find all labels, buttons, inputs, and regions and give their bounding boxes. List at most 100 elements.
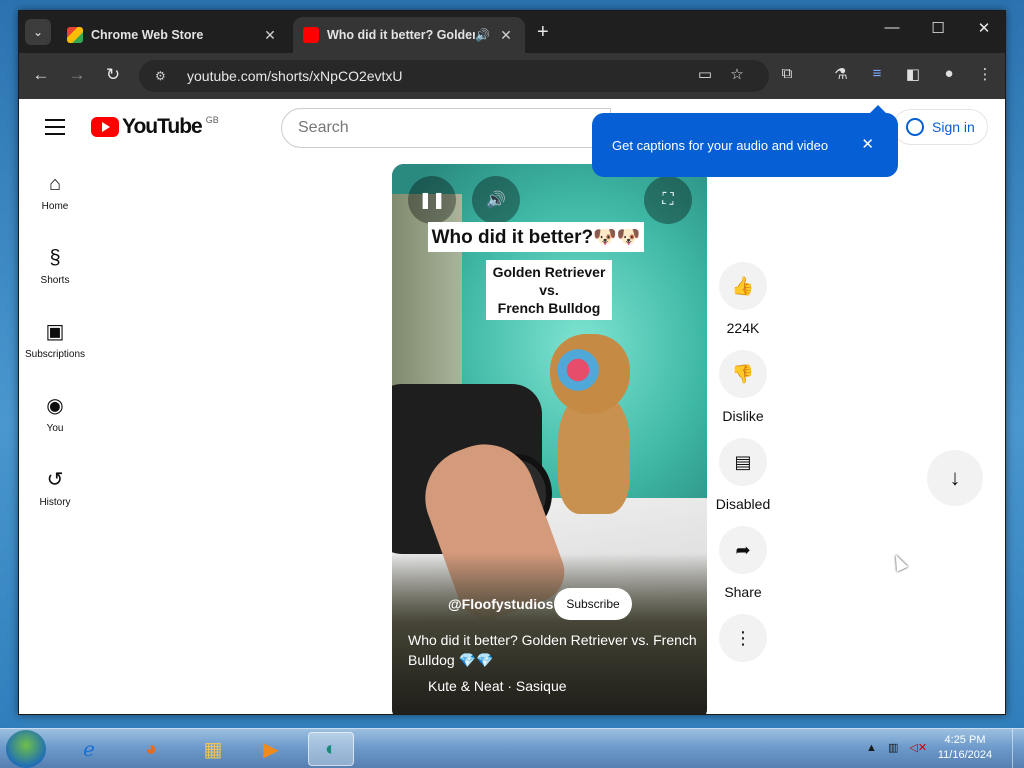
fullscreen-icon[interactable]: ⛶	[644, 176, 692, 224]
tab-youtube-short[interactable]: Who did it better? Golden 🔊 ✕	[293, 17, 525, 53]
close-window-button[interactable]: ✕	[969, 19, 999, 37]
you-icon: ◉	[46, 395, 64, 417]
like-count: 224K	[726, 320, 760, 336]
overlay-title: Who did it better?🐶🐶	[428, 222, 644, 252]
thumbs-up-icon: 👍	[719, 262, 767, 310]
account-icon	[906, 118, 924, 136]
media-controls-icon[interactable]: ≡	[865, 65, 889, 82]
dislike-button[interactable]: 👎 Dislike	[719, 350, 767, 424]
pause-icon[interactable]: ❚❚	[408, 176, 456, 224]
youtube-page: YouTube GB Search Sign in Get captions f…	[19, 99, 1005, 714]
clock[interactable]: 4:25 PM 11/16/2024	[930, 733, 1000, 763]
start-button[interactable]	[6, 730, 46, 768]
menu-icon[interactable]: ⋮	[973, 65, 997, 83]
browser-window: ⌄ Chrome Web Store ✕ Who did it better? …	[18, 10, 1006, 715]
sign-in-label: Sign in	[932, 119, 975, 135]
subscribe-button[interactable]: Subscribe	[554, 588, 632, 620]
sidebar-item-label: Home	[41, 201, 69, 212]
more-vert-icon: ⋮	[719, 614, 767, 662]
overlay-line-1: Golden Retriever	[492, 264, 606, 280]
url-text: youtube.com/shorts/xNpCO2evtxU	[187, 68, 403, 84]
share-icon: ➦	[719, 526, 767, 574]
overlay-line-2: vs.	[539, 282, 559, 298]
sidebar-item-home[interactable]: ⌂ Home	[19, 171, 91, 212]
forward-button[interactable]: →	[65, 65, 89, 85]
mouse-cursor-icon	[890, 552, 908, 572]
sidebar-item-you[interactable]: ◉ You	[19, 393, 91, 434]
sidebar-item-label: Subscriptions	[24, 349, 86, 360]
home-icon: ⌂	[48, 173, 62, 195]
site-info-icon[interactable]: ⚙	[155, 69, 175, 83]
tray-arrow-icon[interactable]: ▲	[866, 742, 877, 754]
like-button[interactable]: 👍 224K	[719, 262, 767, 336]
sidebar-item-label: You	[46, 423, 64, 434]
search-input[interactable]: Search	[281, 108, 611, 148]
tab-title: Chrome Web Store	[91, 28, 204, 42]
volume-icon[interactable]: 🔊	[472, 176, 520, 224]
file-explorer-icon[interactable]: ▦	[190, 732, 236, 766]
youtube-logo[interactable]: YouTube GB	[91, 115, 219, 139]
audio-playing-icon[interactable]: 🔊	[475, 28, 493, 42]
short-title[interactable]: Who did it better? Golden Retriever vs. …	[408, 630, 698, 670]
reload-button[interactable]: ↻	[101, 65, 125, 85]
music-info[interactable]: Kute & Neat · Sasique	[428, 678, 567, 694]
sidebar-item-history[interactable]: ↺ History	[19, 467, 91, 508]
taskbar: ℯ ◕ ▦ ▶ ◐ ▲ ▥ ◁✕ 4:25 PM 11/16/2024	[0, 728, 1024, 768]
sidebar-item-subscriptions[interactable]: ▣ Subscriptions	[19, 319, 91, 360]
cast-icon[interactable]: ▭	[693, 65, 717, 83]
extensions-icon[interactable]: ⧉	[775, 65, 799, 82]
sign-in-button[interactable]: Sign in	[893, 109, 988, 145]
firefox-icon[interactable]: ◕	[128, 732, 174, 766]
region-code: GB	[205, 115, 219, 125]
tab-search-button[interactable]: ⌄	[25, 19, 51, 45]
internet-explorer-icon[interactable]: ℯ	[66, 732, 112, 766]
tooltip-close-icon[interactable]: ✕	[861, 135, 874, 153]
comments-button[interactable]: ▤ Disabled	[716, 438, 770, 512]
tab-strip: ⌄ Chrome Web Store ✕ Who did it better? …	[19, 11, 1005, 53]
comments-label: Disabled	[715, 496, 771, 512]
channel-name[interactable]: @Floofystudios	[448, 596, 553, 612]
history-icon: ↺	[46, 469, 64, 491]
tab-chrome-web-store[interactable]: Chrome Web Store ✕	[57, 17, 289, 53]
shorts-icon: §	[49, 247, 61, 269]
youtube-favicon-icon	[303, 27, 319, 43]
dog-figure	[540, 334, 650, 514]
youtube-play-icon	[91, 117, 119, 137]
logo-text: YouTube	[122, 115, 203, 138]
system-tray: ▲ ▥ ◁✕	[866, 741, 927, 754]
sidebar-item-label: History	[39, 497, 71, 508]
thumbs-down-icon: 👎	[719, 350, 767, 398]
next-short-button[interactable]: ↓	[927, 450, 983, 506]
media-player-icon[interactable]: ▶	[248, 732, 294, 766]
sidebar-item-shorts[interactable]: § Shorts	[19, 245, 91, 286]
tooltip-text: Get captions for your audio and video	[612, 137, 829, 153]
tab-title: Who did it better? Golden	[327, 28, 475, 42]
short-video-player[interactable]: ❚❚ 🔊 ⛶ Who did it better?🐶🐶 Golden Retri…	[392, 164, 707, 714]
chrome-web-store-icon	[67, 27, 83, 43]
profile-icon[interactable]: ●	[937, 65, 961, 82]
overlay-line-3: French Bulldog	[497, 300, 601, 316]
side-panel-icon[interactable]: ◧	[901, 65, 925, 83]
show-desktop-button[interactable]	[1012, 729, 1024, 768]
labs-icon[interactable]: ⚗	[829, 65, 853, 83]
share-button[interactable]: ➦ Share	[719, 526, 767, 600]
subscriptions-icon: ▣	[45, 321, 65, 343]
volume-muted-icon[interactable]: ◁✕	[909, 742, 927, 754]
hamburger-menu-icon[interactable]	[45, 119, 65, 140]
network-icon[interactable]: ▥	[888, 742, 898, 754]
bookmark-star-icon[interactable]: ☆	[725, 65, 749, 83]
more-options-button[interactable]: ⋮	[719, 614, 767, 662]
chrome-taskbar-icon[interactable]: ◐	[308, 732, 354, 766]
new-tab-button[interactable]: +	[537, 21, 549, 44]
comment-icon: ▤	[719, 438, 767, 486]
back-button[interactable]: ←	[29, 65, 53, 85]
sidebar-item-label: Shorts	[40, 275, 70, 286]
address-bar[interactable]: ⚙ youtube.com/shorts/xNpCO2evtxU	[139, 60, 769, 92]
clock-date: 11/16/2024	[937, 749, 993, 761]
tab-close-icon[interactable]: ✕	[261, 27, 279, 44]
dislike-label: Dislike	[722, 408, 764, 424]
overlay-subtitle: Golden Retriever vs. French Bulldog	[486, 260, 612, 320]
tab-close-icon[interactable]: ✕	[497, 27, 515, 44]
maximize-button[interactable]: ☐	[923, 19, 953, 37]
minimize-button[interactable]: —	[877, 19, 907, 36]
